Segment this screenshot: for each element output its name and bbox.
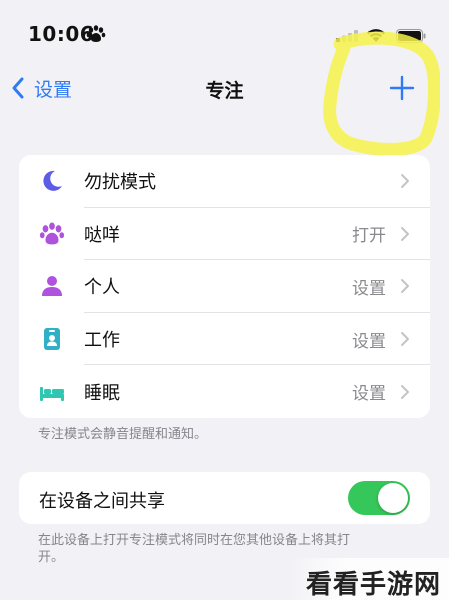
focus-mode-sleep[interactable]: 睡眠 设置 [19,365,430,418]
page-title: 专注 [205,80,244,102]
add-focus-button[interactable] [388,74,416,102]
focus-mode-status: 设置 [352,384,386,405]
id-badge-icon [44,328,60,351]
person-icon [42,276,62,297]
wifi-icon [367,29,385,42]
focus-mode-work[interactable]: 工作 设置 [19,313,430,366]
focus-modes-footnote: 专注模式会静音提醒和通知。 [38,427,208,442]
moon-icon [43,171,62,192]
battery-icon [396,29,426,43]
cellular-signal-icon [336,30,358,42]
share-across-devices-label: 在设备之间共享 [39,491,165,512]
chevron-right-icon [401,279,409,294]
chevron-right-icon [401,174,409,189]
status-time: 10:06 [28,22,95,46]
focus-mode-label: 睡眠 [84,382,120,404]
focus-mode-label: 哒咩 [84,224,120,246]
watermark-text: 看看手游网 [305,570,441,600]
focus-mode-damie[interactable]: 哒咩 打开 [19,208,430,261]
paw-icon [39,222,65,245]
paw-icon [86,25,106,42]
toggle-knob [378,483,408,513]
navigation-bar: 设置 专注 [0,64,449,114]
bed-icon [40,386,64,401]
focus-mode-do-not-disturb[interactable]: 勿扰模式 [19,155,430,208]
focus-mode-personal[interactable]: 个人 设置 [19,260,430,313]
focus-mode-status: 设置 [352,331,386,352]
share-footnote: 在此设备上打开专注模式将同时在您其他设备上将其打开。 [38,533,351,565]
focus-mode-status: 设置 [352,278,386,299]
chevron-right-icon [401,384,409,399]
focus-modes-list: 勿扰模式 哒咩 打开 个人 设置 工作 设置 睡眠 设置 [19,155,430,418]
focus-mode-status: 打开 [352,226,386,247]
focus-mode-label: 个人 [84,277,120,299]
share-across-devices-toggle[interactable] [348,481,410,515]
status-bar: 10:06 [0,0,449,64]
chevron-right-icon [401,226,409,241]
focus-mode-label: 勿扰模式 [84,172,156,194]
focus-mode-label: 工作 [84,330,120,352]
share-across-devices-row: 在设备之间共享 [19,472,430,524]
chevron-right-icon [401,332,409,347]
